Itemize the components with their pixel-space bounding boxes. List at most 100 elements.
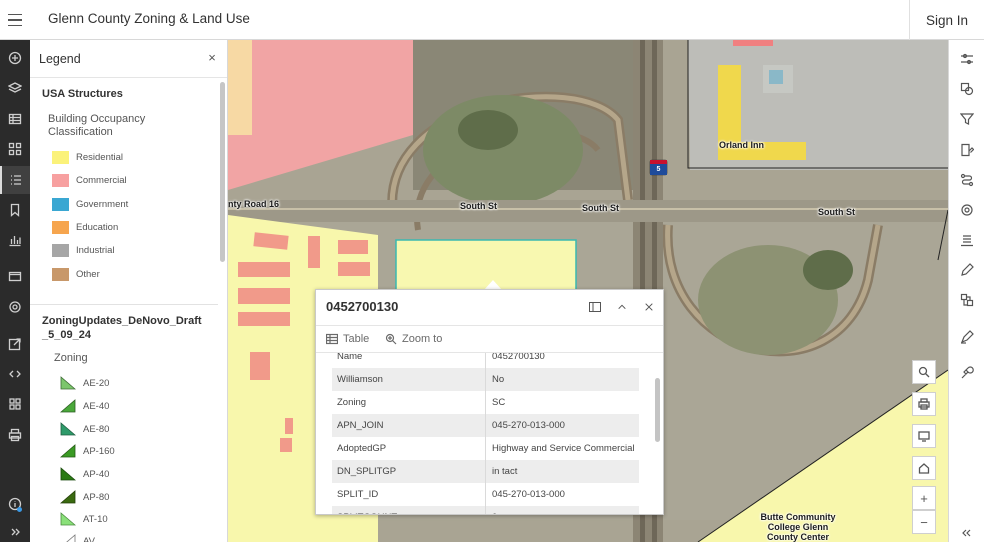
- swatch-commercial: [52, 173, 69, 187]
- route-icon[interactable]: [949, 165, 984, 195]
- table-action[interactable]: Table: [326, 333, 369, 345]
- interstate-number: 5: [656, 166, 661, 173]
- dock-icon[interactable]: [584, 296, 606, 318]
- measure-icon[interactable]: [949, 225, 984, 255]
- legend-item-label: AV: [83, 535, 95, 542]
- edit-doc-icon[interactable]: [949, 135, 984, 165]
- legend-item-label: Residential: [76, 151, 123, 163]
- app-header: Glenn County Zoning & Land Use Sign In: [0, 0, 984, 40]
- analysis-icon[interactable]: [949, 285, 984, 315]
- legend-item-label: AP-80: [83, 491, 110, 503]
- sketch-icon[interactable]: [949, 255, 984, 285]
- legend-item: Education: [52, 218, 118, 236]
- collapse-icon[interactable]: [949, 518, 984, 542]
- apps-icon[interactable]: [0, 390, 30, 418]
- legend-item-label: AP-160: [83, 445, 115, 457]
- settings-icon[interactable]: [0, 293, 30, 321]
- swatch-av: [66, 534, 76, 542]
- swatch-ae-20: [60, 376, 76, 390]
- sign-in-button[interactable]: Sign In: [909, 0, 984, 40]
- legend-icon[interactable]: [0, 166, 30, 194]
- bookmark-icon[interactable]: [0, 196, 30, 224]
- attr-value: SC: [492, 397, 506, 408]
- home-icon[interactable]: [912, 456, 936, 480]
- zoom-in-button[interactable]: +: [912, 486, 936, 510]
- swatch-residential: [52, 150, 69, 164]
- share-icon[interactable]: [0, 330, 30, 358]
- legend-item: Residential: [52, 148, 123, 166]
- swatch-ae-40: [60, 399, 76, 413]
- pen-icon[interactable]: [949, 322, 984, 352]
- swatch-education: [52, 220, 69, 234]
- funnel-icon[interactable]: [949, 104, 984, 134]
- swatch-ap-80: [60, 490, 76, 504]
- table-row: AdoptedGP Highway and Service Commercial: [332, 437, 639, 460]
- legend-item: Government: [52, 195, 128, 213]
- legend-scroll-thumb[interactable]: [220, 82, 225, 262]
- legend-item-label: Industrial: [76, 244, 115, 256]
- left-action-bar: [0, 40, 30, 542]
- shapes-icon[interactable]: [949, 74, 984, 104]
- legend-item: AV: [60, 532, 95, 542]
- grid-icon[interactable]: [0, 135, 30, 163]
- notification-dot: [17, 507, 22, 512]
- table-icon[interactable]: [0, 105, 30, 133]
- zoom-to-action[interactable]: Zoom to: [385, 333, 442, 345]
- fullscreen-icon[interactable]: [912, 424, 936, 448]
- info-icon[interactable]: [0, 490, 30, 518]
- table-row: Name 0452700130: [332, 353, 639, 368]
- wrench-icon[interactable]: [949, 358, 984, 388]
- swatch-ap-160: [60, 444, 76, 458]
- legend-item-label: Education: [76, 221, 119, 233]
- code-icon[interactable]: [0, 360, 30, 388]
- legend-item-label: Commercial: [76, 174, 127, 186]
- legend-item-label: AE-20: [83, 377, 110, 389]
- swatch-ae-80: [60, 422, 76, 436]
- legend-group-subtitle: Zoning: [54, 352, 88, 364]
- add-icon[interactable]: [0, 44, 30, 72]
- table-row: Williamson No: [332, 368, 639, 391]
- print-icon[interactable]: [0, 421, 30, 449]
- popup-scrollbar[interactable]: [655, 378, 660, 442]
- attr-value: Highway and Service Commercial: [492, 443, 635, 454]
- right-action-bar: [948, 40, 984, 542]
- menu-icon[interactable]: [0, 0, 30, 40]
- legend-item-label: AT-10: [83, 513, 108, 525]
- place-label: Butte Community College Glenn County Cen…: [760, 512, 836, 542]
- attr-value: 045-270-013-000: [492, 489, 565, 500]
- legend-item: AE-80: [60, 420, 109, 438]
- print-map-icon[interactable]: [912, 392, 936, 416]
- close-icon[interactable]: ×: [204, 50, 220, 66]
- legend-header: Legend ×: [30, 40, 227, 78]
- table-row: SPLITCOUNT 0: [332, 506, 639, 514]
- chart-icon[interactable]: [0, 226, 30, 254]
- legend-item: AP-80: [60, 488, 109, 506]
- popup-attribute-table: Name 0452700130 Williamson No Zoning SC APN…: [332, 353, 639, 514]
- legend-item: AP-40: [60, 465, 109, 483]
- close-popup-icon[interactable]: [638, 296, 660, 318]
- expand-icon[interactable]: [0, 518, 30, 542]
- filter-sliders-icon[interactable]: [949, 44, 984, 74]
- legend-item-label: AE-40: [83, 400, 110, 412]
- zoom-out-button[interactable]: −: [912, 510, 936, 534]
- attr-key: DN_SPLITGP: [337, 466, 397, 477]
- layers-icon[interactable]: [0, 74, 30, 102]
- legend-item-label: Other: [76, 268, 100, 280]
- search-icon[interactable]: [912, 360, 936, 384]
- table-icon: [326, 333, 338, 345]
- attr-key: SPLIT_ID: [337, 489, 379, 500]
- folder-icon[interactable]: [0, 262, 30, 290]
- target-icon[interactable]: [949, 195, 984, 225]
- collapse-popup-icon[interactable]: [611, 296, 633, 318]
- legend-item-label: AE-80: [83, 423, 110, 435]
- attr-value: 0452700130: [492, 353, 545, 362]
- attr-key: Williamson: [337, 374, 383, 385]
- swatch-at-10: [60, 512, 76, 526]
- table-row: SPLIT_ID 045-270-013-000: [332, 483, 639, 506]
- swatch-ap-40: [60, 467, 76, 481]
- swatch-government: [52, 197, 69, 211]
- table-row: APN_JOIN 045-270-013-000: [332, 414, 639, 437]
- attr-value: 0: [492, 512, 497, 514]
- legend-panel: Legend × USA Structures Building Occupan…: [30, 40, 228, 542]
- legend-item: Other: [52, 265, 100, 283]
